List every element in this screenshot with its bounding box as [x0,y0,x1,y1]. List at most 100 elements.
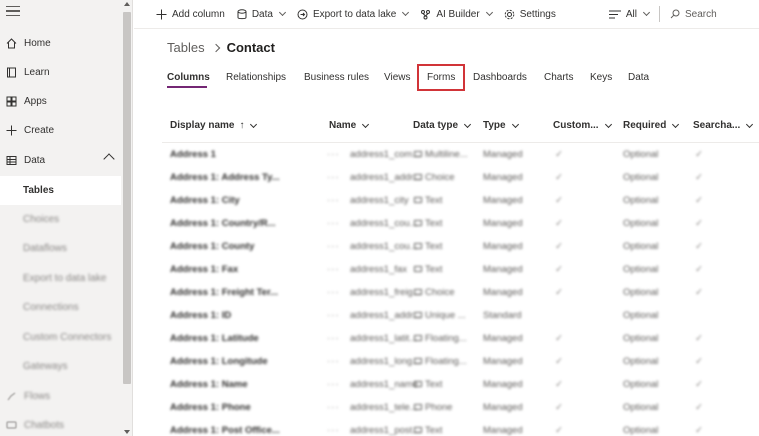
column-header-data-type[interactable]: Data type [413,120,472,131]
table-row[interactable]: Address 1: Longitude address1_long... Floa… [162,350,759,373]
table-row[interactable]: Address 1 address1_com... Multiline... Mana… [162,143,759,166]
flow-icon [5,391,17,403]
cell-display-name[interactable]: Address 1: Post Office... [170,425,280,436]
more-options-icon[interactable]: ··· [327,333,340,344]
more-options-icon[interactable]: ··· [327,310,340,321]
cell-display-name[interactable]: Address 1: County [170,241,254,252]
table-row[interactable]: Address 1: Fax address1_fax Text Managed ✓ Op… [162,258,759,281]
column-header-display-name[interactable]: Display name ↑ [170,120,258,131]
cell-display-name[interactable]: Address 1: ID [170,310,231,321]
table-row[interactable]: Address 1: Name address1_name Text Managed ✓… [162,373,759,396]
sidebar-item-export[interactable]: Export to data lake [0,264,121,293]
search-placeholder[interactable]: Search [685,9,717,20]
cell-searchable: ✓ [695,241,703,252]
column-header-type[interactable]: Type [483,120,519,131]
more-options-icon[interactable]: ··· [327,149,340,160]
sidebar-item-data[interactable]: Data [0,146,121,175]
data-menu-button[interactable]: Data [231,0,291,29]
tab-dashboards[interactable]: Dashboards [473,72,527,83]
table-row[interactable]: Address 1: City address1_city Text Managed ✓… [162,189,759,212]
add-column-label: Add column [172,8,225,20]
sidebar-item-custom-connectors[interactable]: Custom Connectors [0,323,121,352]
cell-display-name[interactable]: Address 1: Fax [170,264,238,275]
table-row[interactable]: Address 1: Country/R... address1_cou... Te… [162,212,759,235]
cell-name: address1_cou... [350,218,418,229]
cell-display-name[interactable]: Address 1: Country/R... [170,218,276,229]
table-row[interactable]: Address 1: Address Ty... address1_addr...… [162,166,759,189]
cell-display-name[interactable]: Address 1: Name [170,379,248,390]
cell-required: Optional [623,218,659,229]
search-box[interactable]: Search [664,9,759,20]
column-header-searchable[interactable]: Searcha... [693,120,754,131]
export-to-data-lake-button[interactable]: Export to data lake [291,0,414,29]
sidebar-item-apps[interactable]: Apps [0,87,121,116]
tab-business-rules[interactable]: Business rules [304,72,369,83]
column-header-name[interactable]: Name [329,120,370,131]
chevron-down-icon [604,120,612,128]
more-options-icon[interactable]: ··· [327,264,340,275]
table-row[interactable]: Address 1: County address1_cou... Text Mana… [162,235,759,258]
table-row[interactable]: Address 1: Post Office... address1_post..… [162,419,759,436]
cell-searchable: ✓ [695,402,703,413]
settings-label: Settings [519,8,556,20]
scroll-up-arrow-icon[interactable] [124,2,130,6]
chevron-up-icon[interactable] [103,153,115,165]
sidebar-scrollbar[interactable] [121,0,132,436]
cell-display-name[interactable]: Address 1: Phone [170,402,251,413]
scroll-down-arrow-icon[interactable] [124,430,130,434]
view-selector[interactable]: All [603,0,655,29]
hamburger-menu-icon[interactable] [6,6,20,18]
cell-searchable: ✓ [695,333,703,344]
tab-charts[interactable]: Charts [544,72,573,83]
more-options-icon[interactable]: ··· [327,425,340,436]
cell-display-name[interactable]: Address 1: Freight Ter... [170,287,278,298]
more-options-icon[interactable]: ··· [327,356,340,367]
cell-display-name[interactable]: Address 1 [170,149,216,160]
sidebar-item-choices[interactable]: Choices [0,205,121,234]
column-header-required[interactable]: Required [623,120,680,131]
more-options-icon[interactable]: ··· [327,195,340,206]
data-type-icon [414,312,422,319]
more-options-icon[interactable]: ··· [327,402,340,413]
breadcrumb-tables-link[interactable]: Tables [167,40,205,55]
tab-views[interactable]: Views [384,72,411,83]
column-header-custom[interactable]: Custom... [553,120,612,131]
table-icon [5,155,17,167]
table-row[interactable]: Address 1: Phone address1_tele... Phone Man… [162,396,759,419]
data-type-label: Floating... [425,356,467,367]
cell-display-name[interactable]: Address 1: Longitude [170,356,268,367]
settings-button[interactable]: Settings [498,0,562,29]
scrollbar-thumb[interactable] [123,12,131,384]
tab-relationships[interactable]: Relationships [226,72,286,83]
more-options-icon[interactable]: ··· [327,218,340,229]
ai-builder-button[interactable]: AI Builder [414,0,497,29]
tab-data[interactable]: Data [628,72,649,83]
more-options-icon[interactable]: ··· [327,287,340,298]
table-row[interactable]: Address 1: ID address1_addr... Unique ... S… [162,304,759,327]
cell-display-name[interactable]: Address 1: City [170,195,240,206]
cell-display-name[interactable]: Address 1: Address Ty... [170,172,280,183]
add-column-button[interactable]: Add column [150,0,231,29]
sidebar-item-create[interactable]: Create [0,116,121,145]
table-row[interactable]: Address 1: Freight Ter... address1_freig.… [162,281,759,304]
tab-columns[interactable]: Columns [167,72,210,83]
table-row[interactable]: Address 1: Latitude address1_latit... Floa… [162,327,759,350]
tab-keys[interactable]: Keys [590,72,612,83]
more-options-icon[interactable]: ··· [327,172,340,183]
ai-builder-label: AI Builder [436,8,480,20]
sidebar-item-chatbots[interactable]: Chatbots [0,411,121,436]
sidebar-item-learn[interactable]: Learn [0,58,121,87]
search-icon [670,9,680,19]
sidebar-item-tables[interactable]: Tables [0,176,121,205]
sidebar-item-flows[interactable]: Flows [0,382,121,411]
sidebar-item-dataflows[interactable]: Dataflows [0,234,121,263]
sidebar-item-connections[interactable]: Connections [0,293,121,322]
sidebar-item-label: Create [24,125,55,136]
cell-searchable: ✓ [695,264,703,275]
cell-display-name[interactable]: Address 1: Latitude [170,333,259,344]
sidebar-item-gateways[interactable]: Gateways [0,352,121,381]
sidebar-item-home[interactable]: Home [0,29,121,58]
more-options-icon[interactable]: ··· [327,379,340,390]
more-options-icon[interactable]: ··· [327,241,340,252]
ai-builder-icon [420,9,431,20]
